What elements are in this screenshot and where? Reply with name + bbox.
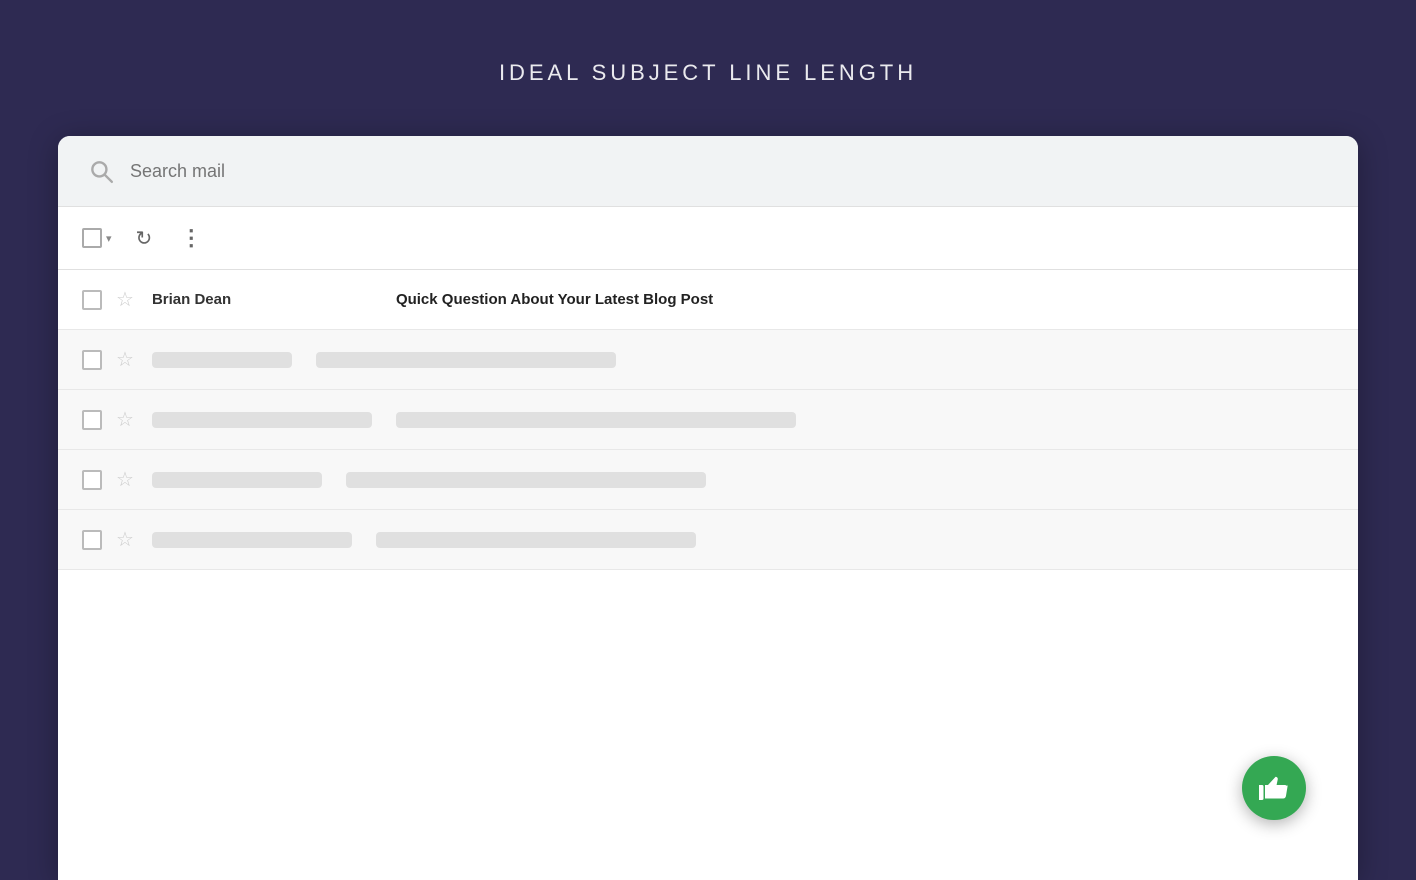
table-row[interactable]: ☆ (58, 330, 1358, 390)
chevron-down-icon[interactable]: ▾ (106, 232, 112, 245)
table-row[interactable]: ☆ (58, 510, 1358, 570)
thumbs-up-icon (1256, 770, 1292, 806)
placeholder-sender (152, 412, 372, 428)
refresh-icon: ↻ (136, 226, 153, 251)
search-input[interactable] (130, 161, 1328, 182)
placeholder-subject (316, 352, 616, 368)
row-checkbox[interactable] (82, 290, 102, 310)
star-icon[interactable]: ☆ (116, 407, 134, 432)
table-row[interactable]: ☆ (58, 390, 1358, 450)
email-sender: Brian Dean (152, 291, 372, 308)
email-list: ☆ Brian Dean Quick Question About Your L… (58, 270, 1358, 570)
select-all-checkbox[interactable] (82, 228, 102, 248)
star-icon[interactable]: ☆ (116, 287, 134, 312)
mail-container: ▾ ↻ ⋮ ☆ Brian Dean Quick Question About … (58, 136, 1358, 880)
search-bar (58, 136, 1358, 207)
row-checkbox[interactable] (82, 410, 102, 430)
placeholder-subject (396, 412, 796, 428)
row-checkbox[interactable] (82, 350, 102, 370)
placeholder-sender (152, 472, 322, 488)
thumbs-up-fab[interactable] (1242, 756, 1306, 820)
email-subject: Quick Question About Your Latest Blog Po… (396, 291, 1334, 308)
more-icon: ⋮ (180, 225, 203, 251)
refresh-button[interactable]: ↻ (132, 222, 157, 255)
row-checkbox[interactable] (82, 530, 102, 550)
placeholder-sender (152, 532, 352, 548)
select-all-group[interactable]: ▾ (82, 228, 112, 248)
placeholder-subject (376, 532, 696, 548)
placeholder-sender (152, 352, 292, 368)
header-section: IDEAL SUBJECT LINE LENGTH (0, 0, 1416, 136)
star-icon[interactable]: ☆ (116, 347, 134, 372)
table-row[interactable]: ☆ Brian Dean Quick Question About Your L… (58, 270, 1358, 330)
star-icon[interactable]: ☆ (116, 527, 134, 552)
placeholder-subject (346, 472, 706, 488)
row-checkbox[interactable] (82, 470, 102, 490)
search-icon (88, 158, 114, 184)
table-row[interactable]: ☆ (58, 450, 1358, 510)
star-icon[interactable]: ☆ (116, 467, 134, 492)
more-options-button[interactable]: ⋮ (176, 221, 207, 255)
page-title: IDEAL SUBJECT LINE LENGTH (499, 60, 917, 86)
toolbar: ▾ ↻ ⋮ (58, 207, 1358, 270)
